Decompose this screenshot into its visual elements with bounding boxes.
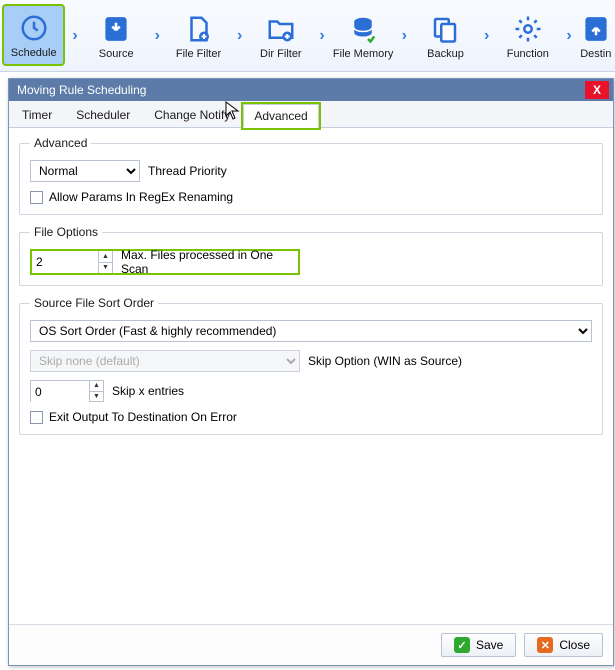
checkbox-icon [30, 411, 43, 424]
close-icon: X [593, 83, 601, 97]
dialog-titlebar[interactable]: Moving Rule Scheduling X [9, 79, 613, 101]
toolbar-item-backup[interactable]: Backup [412, 0, 479, 71]
save-button-label: Save [476, 638, 503, 652]
toolbar-item-destination[interactable]: Destin [577, 0, 615, 71]
toolbar-label: Backup [427, 48, 464, 60]
chevron-right-icon: › [314, 0, 329, 71]
group-sort-order: Source File Sort Order OS Sort Order (Fa… [19, 296, 603, 435]
group-advanced-legend: Advanced [30, 136, 91, 150]
max-files-spinner[interactable]: ▲▼ [32, 251, 113, 273]
tab-advanced[interactable]: Advanced [243, 104, 318, 128]
group-advanced: Advanced Normal Thread Priority Allow Pa… [19, 136, 603, 215]
exit-output-checkbox[interactable]: Exit Output To Destination On Error [30, 410, 592, 424]
dialog-title: Moving Rule Scheduling [17, 83, 146, 97]
folder-plus-icon [264, 12, 298, 46]
check-icon: ✓ [454, 637, 470, 653]
toolbar-label: Function [507, 48, 549, 60]
chevron-up-icon: ▲ [99, 251, 112, 263]
spinner-buttons[interactable]: ▲▼ [98, 251, 112, 273]
file-plus-icon [182, 12, 216, 46]
tab-change-notify[interactable]: Change Notify [143, 103, 241, 127]
skip-x-input[interactable] [31, 381, 89, 403]
toolbar-item-source[interactable]: Source [83, 0, 150, 71]
close-button-label: Close [559, 638, 590, 652]
group-sort-order-legend: Source File Sort Order [30, 296, 158, 310]
skip-option-select[interactable]: Skip none (default) [30, 350, 300, 372]
toolbar-item-schedule[interactable]: Schedule [2, 4, 65, 66]
dialog-tabs: Timer Scheduler Change Notify Advanced [9, 101, 613, 128]
dialog-body: Advanced Normal Thread Priority Allow Pa… [9, 128, 613, 624]
main-toolbar: Schedule › Source › File Filter › Dir Fi… [0, 0, 615, 72]
toolbar-item-function[interactable]: Function [494, 0, 561, 71]
group-file-options: File Options ▲▼ Max. Files processed in … [19, 225, 603, 286]
spinner-buttons[interactable]: ▲▼ [89, 381, 103, 401]
tab-scheduler[interactable]: Scheduler [65, 103, 141, 127]
tab-timer[interactable]: Timer [11, 103, 63, 127]
chevron-up-icon: ▲ [90, 381, 103, 392]
skip-option-label: Skip Option (WIN as Source) [308, 354, 462, 368]
chevron-right-icon: › [67, 0, 82, 71]
close-icon: ✕ [537, 637, 553, 653]
chevron-down-icon: ▼ [99, 263, 112, 274]
exit-output-label: Exit Output To Destination On Error [49, 410, 237, 424]
chevron-right-icon: › [561, 0, 576, 71]
save-button[interactable]: ✓ Save [441, 633, 516, 657]
toolbar-label: Source [99, 48, 134, 60]
max-files-row: ▲▼ Max. Files processed in One Scan [30, 249, 300, 275]
chevron-right-icon: › [150, 0, 165, 71]
toolbar-label: Destin [580, 48, 611, 60]
toolbar-label: File Memory [333, 48, 394, 60]
clock-icon [17, 11, 51, 45]
skip-x-spinner[interactable]: ▲▼ [30, 380, 104, 402]
allow-params-label: Allow Params In RegEx Renaming [49, 190, 233, 204]
toolbar-label: Schedule [11, 47, 57, 59]
skip-x-label: Skip x entries [112, 384, 184, 398]
chevron-right-icon: › [397, 0, 412, 71]
scheduling-dialog: Moving Rule Scheduling X Timer Scheduler… [8, 78, 614, 666]
dialog-footer: ✓ Save ✕ Close [9, 624, 613, 665]
max-files-label: Max. Files processed in One Scan [113, 251, 298, 273]
download-icon [99, 12, 133, 46]
toolbar-item-dir-filter[interactable]: Dir Filter [247, 0, 314, 71]
dialog-close-button[interactable]: X [585, 81, 609, 99]
thread-priority-select[interactable]: Normal [30, 160, 140, 182]
sort-order-select[interactable]: OS Sort Order (Fast & highly recommended… [30, 320, 592, 342]
thread-priority-label: Thread Priority [148, 164, 227, 178]
toolbar-item-file-memory[interactable]: File Memory [330, 0, 397, 71]
chevron-down-icon: ▼ [90, 392, 103, 402]
allow-params-checkbox[interactable]: Allow Params In RegEx Renaming [30, 190, 592, 204]
upload-icon [579, 12, 613, 46]
chevron-right-icon: › [479, 0, 494, 71]
toolbar-label: Dir Filter [260, 48, 302, 60]
group-file-options-legend: File Options [30, 225, 102, 239]
gear-icon [511, 12, 545, 46]
copy-icon [428, 12, 462, 46]
database-icon [346, 12, 380, 46]
checkbox-icon [30, 191, 43, 204]
chevron-right-icon: › [232, 0, 247, 71]
max-files-input[interactable] [32, 251, 98, 273]
close-button[interactable]: ✕ Close [524, 633, 603, 657]
toolbar-item-file-filter[interactable]: File Filter [165, 0, 232, 71]
toolbar-label: File Filter [176, 48, 221, 60]
